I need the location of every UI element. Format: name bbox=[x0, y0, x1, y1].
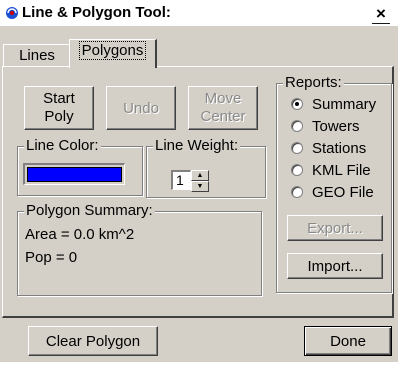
start-poly-label-line1: Start bbox=[43, 90, 75, 107]
radio-towers[interactable] bbox=[291, 120, 303, 132]
radio-kml-file[interactable] bbox=[291, 164, 303, 176]
move-center-label-line1: Move bbox=[204, 90, 242, 107]
line-color-label: Line Color: bbox=[24, 137, 101, 154]
radio-stations[interactable] bbox=[291, 142, 303, 154]
clear-polygon-button[interactable]: Clear Polygon bbox=[28, 326, 158, 356]
polygon-summary-label: Polygon Summary: bbox=[24, 202, 155, 219]
move-center-button[interactable]: Move Center bbox=[188, 86, 258, 130]
done-button[interactable]: Done bbox=[304, 326, 392, 356]
polygon-area-text: Area = 0.0 km^2 bbox=[25, 226, 135, 243]
polygon-pop-text: Pop = 0 bbox=[25, 249, 78, 266]
export-button[interactable]: Export... bbox=[287, 215, 383, 241]
move-center-label-line2: Center bbox=[200, 108, 246, 125]
stepper-down-icon[interactable]: ▼ bbox=[191, 181, 209, 192]
report-kml-file-label: KML File bbox=[312, 161, 371, 179]
title-bar[interactable]: Line & Polygon Tool: × bbox=[0, 0, 398, 26]
report-summary-label: Summary bbox=[312, 95, 377, 113]
radio-summary[interactable] bbox=[291, 98, 303, 110]
radio-geo-file[interactable] bbox=[291, 186, 303, 198]
close-icon[interactable]: × bbox=[370, 5, 392, 24]
undo-label: Undo bbox=[123, 99, 159, 117]
tab-polygons[interactable]: Polygons bbox=[69, 39, 157, 68]
report-towers-option[interactable]: Towers bbox=[291, 116, 360, 136]
report-kml-file-option[interactable]: KML File bbox=[291, 160, 371, 180]
report-geo-file-label: GEO File bbox=[312, 183, 374, 201]
line-color-swatch[interactable] bbox=[23, 163, 125, 185]
report-towers-label: Towers bbox=[312, 117, 360, 135]
reports-label: Reports: bbox=[283, 74, 344, 91]
start-poly-button[interactable]: Start Poly bbox=[24, 86, 94, 130]
line-polygon-tool-window: Line & Polygon Tool: × Lines Polygons St… bbox=[0, 0, 398, 362]
undo-button[interactable]: Undo bbox=[106, 86, 176, 130]
report-summary-option[interactable]: Summary bbox=[291, 94, 376, 114]
clear-polygon-label: Clear Polygon bbox=[45, 332, 141, 350]
done-label: Done bbox=[330, 332, 366, 350]
app-icon bbox=[6, 7, 18, 19]
window-title: Line & Polygon Tool: bbox=[22, 4, 171, 21]
line-weight-stepper[interactable]: ▲ ▼ bbox=[191, 170, 209, 192]
tab-lines-label: Lines bbox=[19, 47, 55, 64]
line-weight-label: Line Weight: bbox=[153, 137, 241, 154]
import-label: Import... bbox=[307, 257, 363, 275]
report-geo-file-option[interactable]: GEO File bbox=[291, 182, 374, 202]
start-poly-label-line2: Poly bbox=[44, 108, 74, 125]
stepper-up-icon[interactable]: ▲ bbox=[191, 170, 209, 181]
import-button[interactable]: Import... bbox=[287, 253, 383, 279]
report-stations-label: Stations bbox=[312, 139, 367, 157]
line-weight-input[interactable]: 1 bbox=[171, 170, 191, 190]
tab-lines[interactable]: Lines bbox=[3, 44, 71, 67]
tab-polygons-label: Polygons bbox=[78, 41, 147, 60]
report-stations-option[interactable]: Stations bbox=[291, 138, 366, 158]
export-label: Export... bbox=[307, 219, 363, 237]
line-color-fill bbox=[27, 167, 122, 182]
